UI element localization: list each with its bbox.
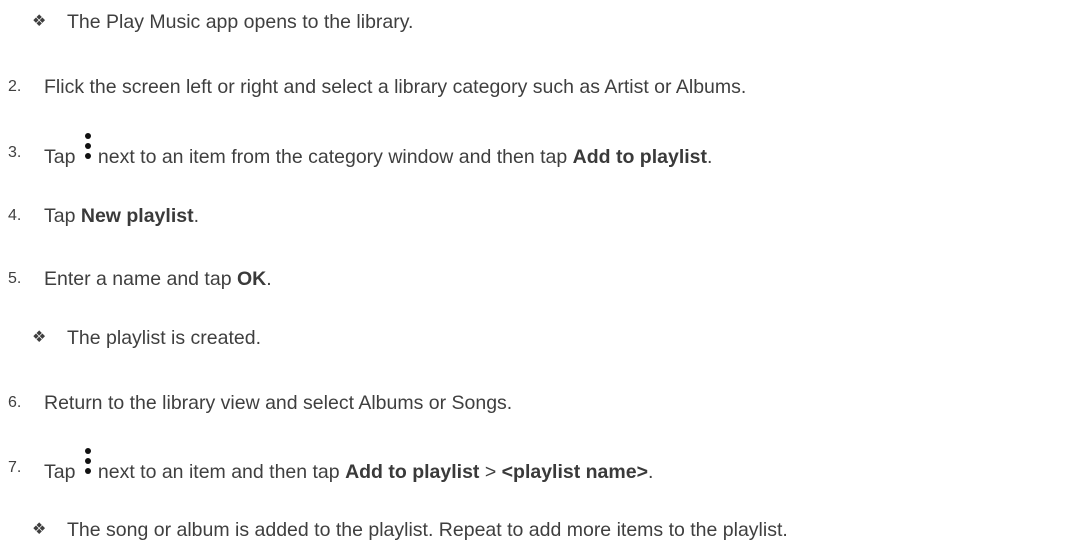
instruction-document: ❖ The Play Music app opens to the librar… — [0, 0, 1070, 556]
step-text: Enter a name and tap OK. — [44, 264, 272, 294]
more-vert-icon — [83, 448, 93, 479]
diamond-bullet-icon: ❖ — [32, 329, 47, 346]
ui-term: <playlist name> — [501, 461, 648, 483]
step-text-post: . — [707, 146, 713, 168]
step-text-pre: Tap — [44, 205, 76, 227]
ui-term: Add to playlist — [572, 146, 707, 168]
menu-separator: > — [484, 461, 497, 483]
step-text: Tap next to an item from the category wi… — [44, 133, 713, 168]
step-text: Flick the screen left or right and selec… — [44, 76, 747, 98]
step-text-post: . — [193, 205, 200, 227]
step-text-mid: next to an item from the category window… — [97, 146, 568, 168]
result-text: The playlist is created. — [67, 327, 262, 349]
diamond-bullet-icon: ❖ — [32, 521, 47, 538]
step-text-pre: Tap — [44, 461, 76, 483]
step-number: 7. — [8, 459, 22, 476]
result-text: The song or album is added to the playli… — [67, 519, 788, 541]
step-text: Return to the library view and select Al… — [44, 392, 513, 414]
step-text: Tap next to an item and then tap Add to … — [44, 448, 654, 483]
step-text-pre: Enter a name and tap — [44, 268, 232, 290]
step-text-pre: Tap — [44, 146, 76, 168]
step-text-mid: next to an item and then tap — [97, 461, 340, 483]
step-text-post: . — [266, 268, 272, 290]
step-number: 2. — [8, 78, 22, 95]
step-text: Tap New playlist. — [44, 201, 199, 231]
diamond-bullet-icon: ❖ — [32, 13, 47, 30]
step-number: 6. — [8, 394, 22, 411]
ui-term: New playlist — [80, 205, 194, 227]
step-text-post: . — [647, 461, 654, 483]
ui-term: Add to playlist — [345, 461, 480, 483]
result-text: The Play Music app opens to the library. — [67, 11, 414, 33]
more-vert-icon — [83, 133, 93, 164]
ui-term: OK — [236, 268, 267, 290]
step-number: 4. — [8, 207, 22, 224]
step-number: 3. — [8, 144, 22, 161]
step-number: 5. — [8, 270, 22, 287]
